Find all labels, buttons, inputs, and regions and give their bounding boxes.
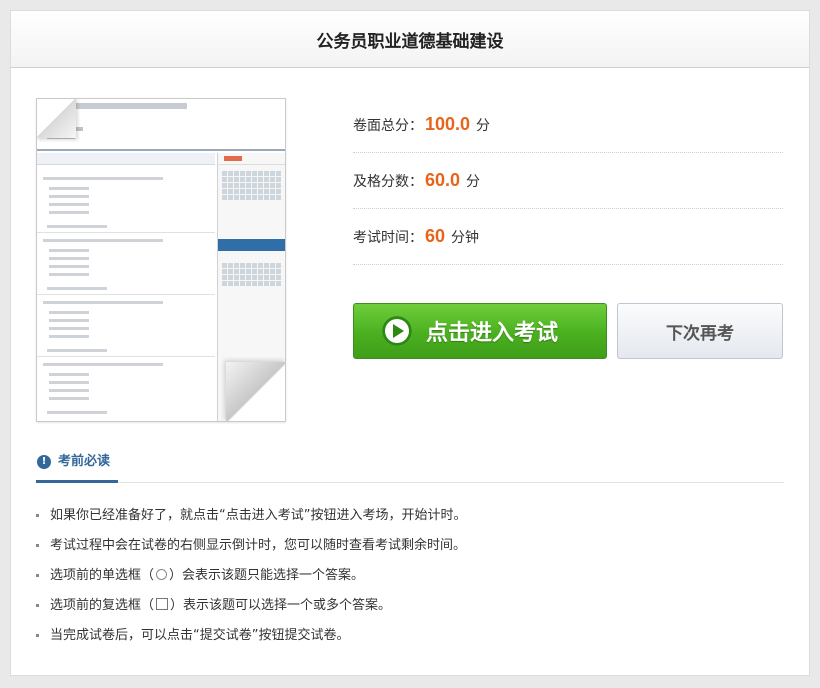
notice-item-text: ）表示该题可以选择一个或多个答案。 [170,598,392,613]
notice-item: 选项前的单选框（ ）会表示该题只能选择一个答案。 [36,565,784,595]
info-circle-icon: ! [37,455,51,469]
play-circle-icon [382,316,412,346]
notice-header: ! 考前必读 [36,451,784,483]
pass-score-unit: 分 [466,173,481,190]
pass-score-label: 及格分数： [353,173,423,190]
exam-info: 卷面总分： 100.0 分 及格分数： 60.0 分 考试时间： 60 分钟 [353,97,783,265]
exam-time-value: 60 [425,226,446,246]
exam-preview-thumbnail [36,98,286,422]
title-bar: 公务员职业道德基础建设 [11,11,809,68]
exam-time-unit: 分钟 [451,229,480,246]
notice-list: 如果你已经准备好了，就点击“点击进入考试”按钮进入考场，开始计时。 考试过程中会… [36,505,784,655]
take-later-label: 下次再考 [666,323,734,344]
notice-item: 如果你已经准备好了，就点击“点击进入考试”按钮进入考场，开始计时。 [36,505,784,535]
notice-title: 考前必读 [58,454,111,469]
notice-item: 当完成试卷后，可以点击“提交试卷”按钮提交试卷。 [36,625,784,655]
radio-sample-icon [156,569,168,580]
total-score-value: 100.0 [425,114,471,134]
notice-item-text: 选项前的单选框（ [50,568,155,583]
total-score-row: 卷面总分： 100.0 分 [353,97,783,153]
notice-item: 考试过程中会在试卷的右侧显示倒计时，您可以随时查看考试剩余时间。 [36,535,784,565]
start-exam-label: 点击进入考试 [426,321,559,346]
notice-tab: ! 考前必读 [36,451,118,483]
total-score-unit: 分 [476,117,491,134]
exam-time-label: 考试时间： [353,229,423,246]
notice-item: 选项前的复选框（ ）表示该题可以选择一个或多个答案。 [36,595,784,625]
preview-question-list [37,153,215,421]
page-curl-bottom-right [226,362,285,421]
checkbox-sample-icon [156,598,169,610]
exam-intro-panel: 公务员职业道德基础建设 卷面总分： 100.0 分 及格分数： 60.0 分 考… [10,10,810,676]
take-later-button[interactable]: 下次再考 [617,303,783,359]
exam-time-row: 考试时间： 60 分钟 [353,209,783,265]
total-score-label: 卷面总分： [353,117,423,134]
page-curl-top-left [37,99,76,138]
pass-score-row: 及格分数： 60.0 分 [353,153,783,209]
page-title: 公务员职业道德基础建设 [316,32,504,52]
start-exam-button[interactable]: 点击进入考试 [353,303,607,359]
notice-item-text: ）会表示该题只能选择一个答案。 [169,568,365,583]
pass-score-value: 60.0 [425,170,461,190]
notice-item-text: 选项前的复选框（ [50,598,155,613]
